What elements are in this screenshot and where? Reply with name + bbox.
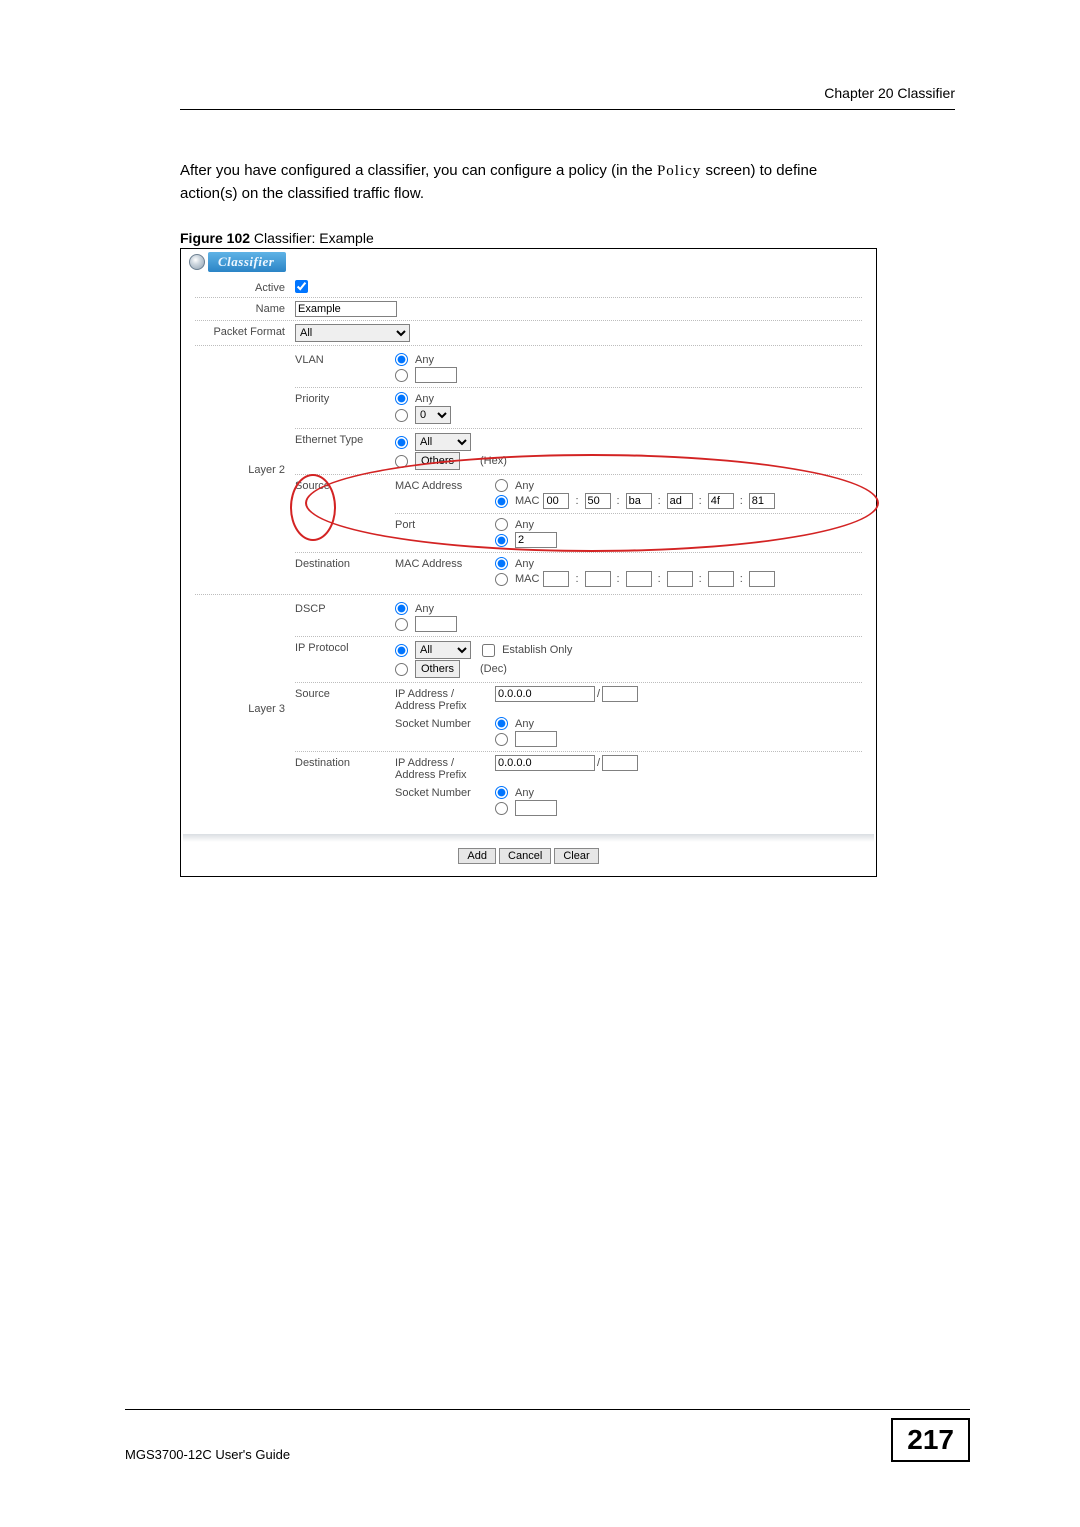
dst-prefix-input[interactable] — [602, 755, 638, 771]
src-mac-any-radio[interactable] — [495, 479, 508, 492]
mac3-input[interactable] — [626, 493, 652, 509]
dst-socket-any-radio[interactable] — [495, 786, 508, 799]
dst-mac-radio[interactable] — [495, 573, 508, 586]
dscp-label: DSCP — [295, 601, 395, 615]
priority-value-radio[interactable] — [395, 409, 408, 422]
src-socket-radio[interactable] — [495, 733, 508, 746]
src-ip-input[interactable] — [495, 686, 595, 702]
name-label: Name — [195, 301, 295, 315]
l2-source-label: Source — [295, 478, 395, 492]
dst-ip-input[interactable] — [495, 755, 595, 771]
src-port-any-radio[interactable] — [495, 518, 508, 531]
add-button[interactable]: Add — [458, 848, 496, 864]
hex-label: (Hex) — [480, 455, 507, 467]
dmac4[interactable] — [667, 571, 693, 587]
active-label: Active — [195, 280, 295, 294]
classifier-tab[interactable]: Classifier — [208, 252, 286, 272]
vlan-any-radio[interactable] — [395, 353, 408, 366]
any-label: Any — [515, 718, 534, 730]
l3-source-label: Source — [295, 686, 395, 700]
vlan-value-radio[interactable] — [395, 369, 408, 382]
figure-caption: Figure 102 Classifier: Example — [180, 230, 955, 246]
src-prefix-input[interactable] — [602, 686, 638, 702]
mac4-input[interactable] — [667, 493, 693, 509]
body-paragraph: After you have configured a classifier, … — [180, 160, 870, 205]
ipproto-others-button[interactable]: Others — [415, 660, 460, 678]
dscp-any-radio[interactable] — [395, 602, 408, 615]
active-checkbox[interactable] — [295, 280, 308, 293]
ipproto-select[interactable]: All — [415, 641, 471, 659]
mac-label: MAC — [515, 495, 539, 507]
packet-format-label: Packet Format — [195, 324, 295, 338]
ip-addr-prefix-label: IP Address / Address Prefix — [395, 686, 495, 712]
chapter-header: Chapter 20 Classifier — [180, 85, 955, 101]
port-label: Port — [395, 517, 495, 531]
vlan-input[interactable] — [415, 367, 457, 383]
footer-guide-name: MGS3700-12C User's Guide — [125, 1447, 290, 1462]
src-socket-any-radio[interactable] — [495, 717, 508, 730]
mac1-input[interactable] — [543, 493, 569, 509]
priority-select[interactable]: 0 — [415, 406, 451, 424]
dscp-input[interactable] — [415, 616, 457, 632]
ipproto-others-radio[interactable] — [395, 663, 408, 676]
clear-button[interactable]: Clear — [554, 848, 598, 864]
mac-address-label: MAC Address — [395, 478, 495, 492]
ethernet-type-label: Ethernet Type — [295, 432, 395, 446]
page-number: 217 — [891, 1418, 970, 1462]
l3-destination-label: Destination — [295, 755, 395, 769]
l2-destination-label: Destination — [295, 556, 395, 570]
vlan-label: VLAN — [295, 352, 395, 366]
ethtype-select[interactable]: All — [415, 433, 471, 451]
header-rule — [180, 109, 955, 110]
cancel-button[interactable]: Cancel — [499, 848, 551, 864]
socket-label: Socket Number — [395, 716, 495, 730]
establish-only-checkbox[interactable] — [482, 644, 495, 657]
src-mac-radio[interactable] — [495, 495, 508, 508]
socket-label: Socket Number — [395, 785, 495, 799]
dec-label: (Dec) — [480, 663, 507, 675]
layer3-label: Layer 3 — [195, 598, 295, 820]
priority-label: Priority — [295, 391, 395, 405]
any-label: Any — [515, 787, 534, 799]
mac6-input[interactable] — [749, 493, 775, 509]
dscp-value-radio[interactable] — [395, 618, 408, 631]
any-label: Any — [415, 603, 434, 615]
tab-bullet-icon — [189, 254, 205, 270]
dst-socket-radio[interactable] — [495, 802, 508, 815]
dst-mac-any-radio[interactable] — [495, 557, 508, 570]
src-socket-input[interactable] — [515, 731, 557, 747]
any-label: Any — [515, 519, 534, 531]
ethtype-others-radio[interactable] — [395, 455, 408, 468]
classifier-screenshot: Classifier Active Name Packet Format — [180, 248, 877, 877]
ethtype-others-button[interactable]: Others — [415, 452, 460, 470]
footer-rule — [125, 1409, 970, 1410]
dmac2[interactable] — [585, 571, 611, 587]
src-port-input[interactable] — [515, 532, 557, 548]
any-label: Any — [515, 480, 534, 492]
layer2-label: Layer 2 — [195, 349, 295, 591]
priority-any-radio[interactable] — [395, 392, 408, 405]
ethtype-all-radio[interactable] — [395, 436, 408, 449]
ipproto-all-radio[interactable] — [395, 644, 408, 657]
mac-label: MAC — [515, 573, 539, 585]
any-label: Any — [415, 393, 434, 405]
mac-address-label: MAC Address — [395, 556, 495, 570]
ip-protocol-label: IP Protocol — [295, 640, 395, 654]
dmac3[interactable] — [626, 571, 652, 587]
any-label: Any — [515, 558, 534, 570]
dst-socket-input[interactable] — [515, 800, 557, 816]
ip-addr-prefix-label: IP Address / Address Prefix — [395, 755, 495, 781]
mac2-input[interactable] — [585, 493, 611, 509]
mac5-input[interactable] — [708, 493, 734, 509]
establish-only-label: Establish Only — [502, 644, 572, 656]
any-label: Any — [415, 354, 434, 366]
name-input[interactable] — [295, 301, 397, 317]
packet-format-select[interactable]: All — [295, 324, 410, 342]
dmac1[interactable] — [543, 571, 569, 587]
dmac6[interactable] — [749, 571, 775, 587]
divider-bar — [183, 834, 874, 842]
src-port-radio[interactable] — [495, 534, 508, 547]
dmac5[interactable] — [708, 571, 734, 587]
